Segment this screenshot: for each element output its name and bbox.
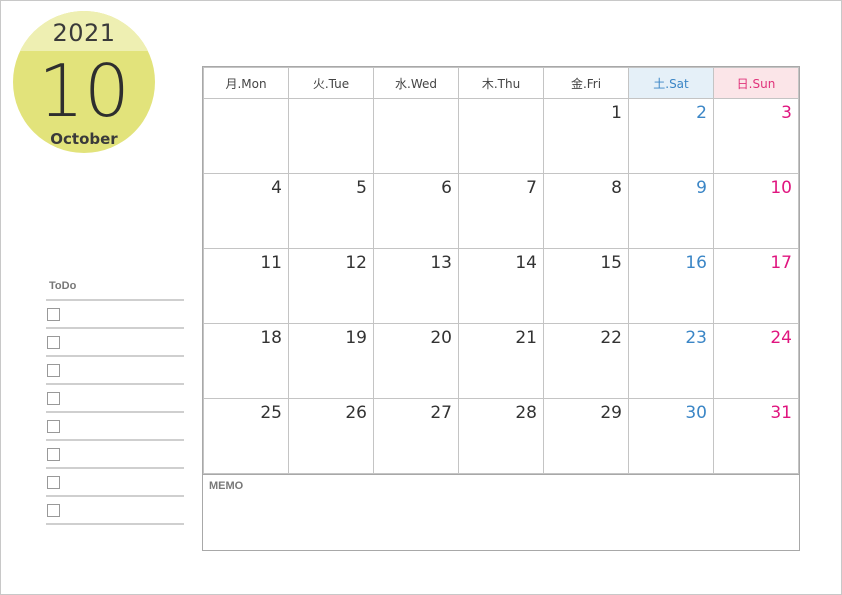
todo-item — [46, 329, 184, 357]
todo-item — [46, 385, 184, 413]
week-row: 11 12 13 14 15 16 17 — [203, 248, 799, 324]
badge-month-name: October — [50, 130, 118, 148]
todo-item — [46, 469, 184, 497]
day-cell[interactable] — [288, 98, 374, 174]
day-cell[interactable]: 9 — [628, 173, 714, 249]
day-cell[interactable]: 29 — [543, 398, 629, 474]
weekday-header: 金.Fri — [543, 67, 629, 99]
day-cell[interactable]: 26 — [288, 398, 374, 474]
todo-item — [46, 497, 184, 525]
week-row: 18 19 20 21 22 23 24 — [203, 323, 799, 399]
day-cell[interactable]: 30 — [628, 398, 714, 474]
day-cell[interactable]: 22 — [543, 323, 629, 399]
day-cell[interactable]: 13 — [373, 248, 459, 324]
week-row: 123 — [203, 98, 799, 174]
memo-area[interactable]: MEMO — [203, 474, 799, 550]
week-row: 4 5 6 7 8 9 10 — [203, 173, 799, 249]
day-cell[interactable]: 7 — [458, 173, 544, 249]
day-cell[interactable]: 18 — [203, 323, 289, 399]
checkbox[interactable] — [47, 336, 60, 349]
day-cell[interactable]: 19 — [288, 323, 374, 399]
day-cell[interactable]: 11 — [203, 248, 289, 324]
day-cell[interactable]: 28 — [458, 398, 544, 474]
todo-item — [46, 301, 184, 329]
day-cell[interactable]: 15 — [543, 248, 629, 324]
day-cell[interactable]: 21 — [458, 323, 544, 399]
day-cell[interactable]: 31 — [713, 398, 799, 474]
day-cell[interactable]: 23 — [628, 323, 714, 399]
checkbox[interactable] — [47, 476, 60, 489]
checkbox[interactable] — [47, 504, 60, 517]
weekday-header: 火.Tue — [288, 67, 374, 99]
day-cell[interactable]: 10 — [713, 173, 799, 249]
day-cell[interactable]: 1 — [543, 98, 629, 174]
day-cell[interactable] — [203, 98, 289, 174]
day-cell[interactable]: 6 — [373, 173, 459, 249]
day-cell[interactable]: 27 — [373, 398, 459, 474]
todo-list: ToDo — [46, 280, 184, 525]
day-cell[interactable]: 4 — [203, 173, 289, 249]
todo-item — [46, 441, 184, 469]
day-cell[interactable]: 8 — [543, 173, 629, 249]
weekday-header: 木.Thu — [458, 67, 544, 99]
day-cell[interactable] — [458, 98, 544, 174]
day-cell[interactable]: 17 — [713, 248, 799, 324]
day-cell[interactable]: 16 — [628, 248, 714, 324]
day-cell[interactable]: 3 — [713, 98, 799, 174]
todo-item — [46, 357, 184, 385]
day-cell[interactable]: 24 — [713, 323, 799, 399]
todo-item — [46, 413, 184, 441]
badge-year: 2021 — [52, 19, 116, 47]
weekday-header: 月.Mon — [203, 67, 289, 99]
memo-label: MEMO — [209, 480, 244, 492]
weekday-header: 土.Sat — [628, 67, 714, 99]
calendar-grid: 月.Mon 火.Tue 水.Wed 木.Thu 金.Fri 土.Sat 日.Sun 1234… — [202, 66, 800, 551]
day-cell[interactable]: 12 — [288, 248, 374, 324]
month-badge: 2021 10 October — [13, 11, 155, 153]
checkbox[interactable] — [47, 448, 60, 461]
weekday-header: 日.Sun — [713, 67, 799, 99]
checkbox[interactable] — [47, 420, 60, 433]
badge-month-number: 10 — [38, 49, 130, 133]
weekday-header: 水.Wed — [373, 67, 459, 99]
day-cell[interactable]: 2 — [628, 98, 714, 174]
day-cell[interactable] — [373, 98, 459, 174]
checkbox[interactable] — [47, 392, 60, 405]
day-cell[interactable]: 20 — [373, 323, 459, 399]
week-row: 25 26 27 28 29 30 31 — [203, 398, 799, 474]
checkbox[interactable] — [47, 308, 60, 321]
day-cell[interactable]: 25 — [203, 398, 289, 474]
day-cell[interactable]: 5 — [288, 173, 374, 249]
checkbox[interactable] — [47, 364, 60, 377]
todo-title: ToDo — [49, 280, 77, 292]
day-cell[interactable]: 14 — [458, 248, 544, 324]
